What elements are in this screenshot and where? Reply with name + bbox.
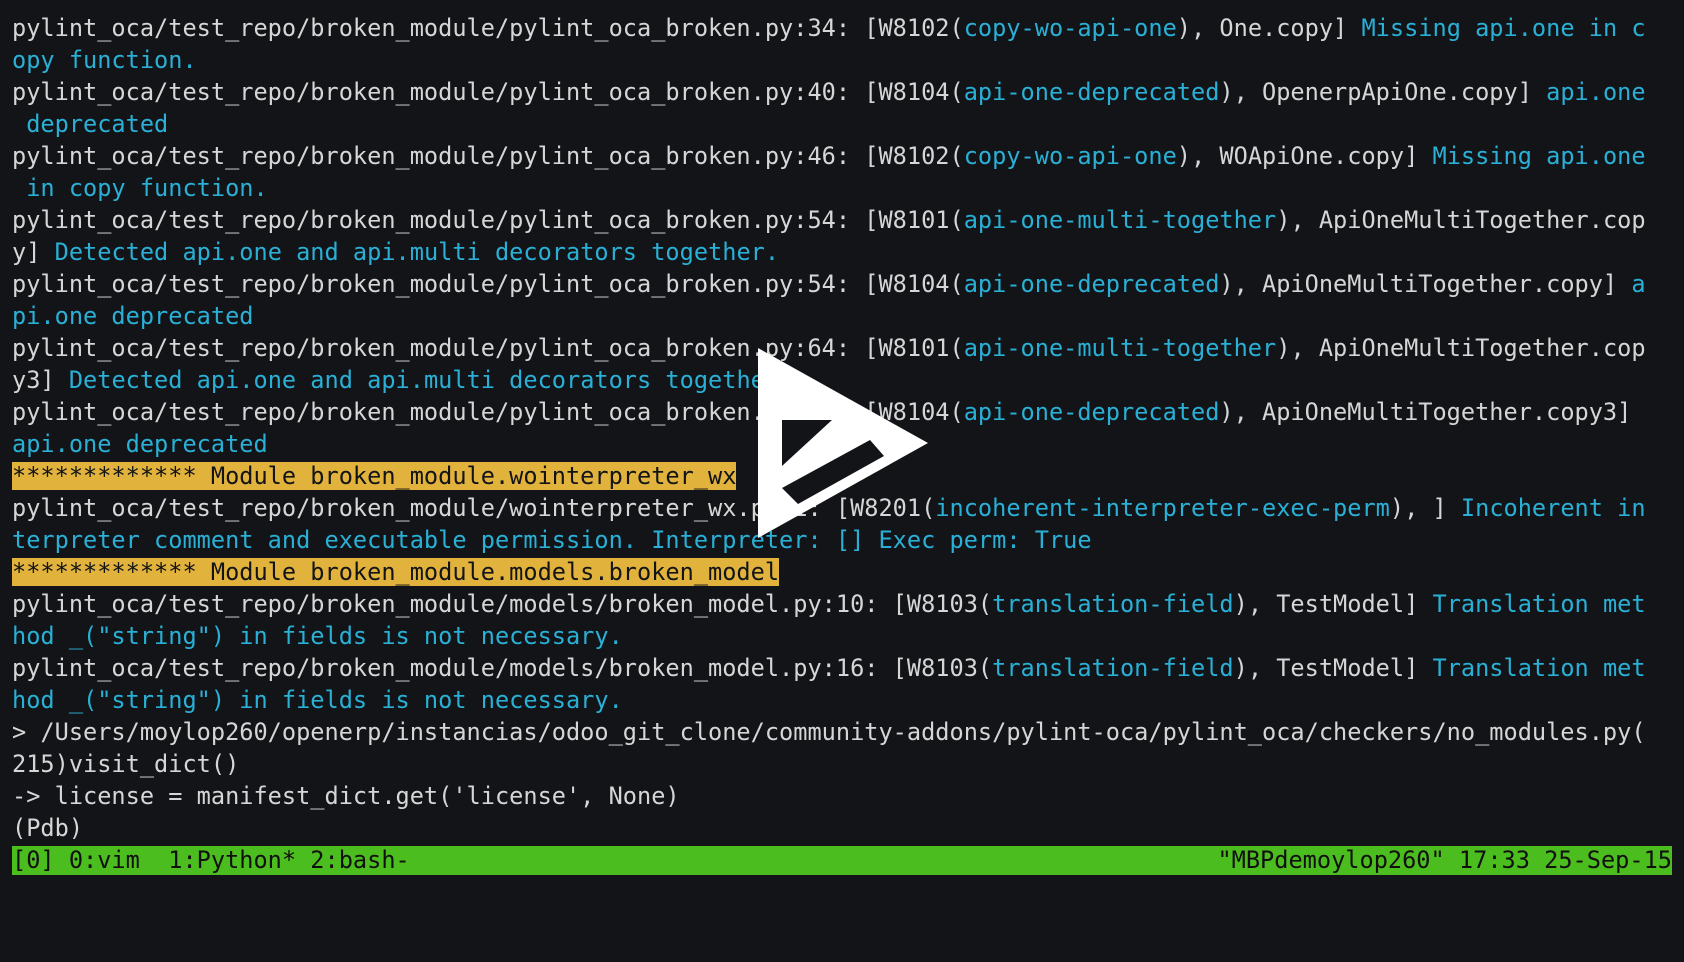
- terminal-text: translation-field: [992, 590, 1234, 618]
- terminal-line: pylint_oca/test_repo/broken_module/model…: [12, 588, 1672, 620]
- terminal-text: pi.one deprecated: [12, 302, 254, 330]
- terminal-text: terpreter comment and executable permiss…: [12, 526, 1092, 554]
- terminal-text: y]: [12, 238, 55, 266]
- terminal-text: y3]: [12, 366, 69, 394]
- terminal-text: pylint_oca/test_repo/broken_module/pylin…: [12, 206, 964, 234]
- terminal-line: pylint_oca/test_repo/broken_module/pylin…: [12, 268, 1672, 300]
- terminal-text: translation-field: [992, 654, 1234, 682]
- terminal-text: ), One.copy]: [1176, 14, 1362, 42]
- terminal-text: -> license = manifest_dict.get('license'…: [12, 782, 680, 810]
- tmux-host-clock: "MBPdemoylop260" 17:33 25-Sep-15: [1217, 846, 1672, 874]
- terminal-text: ), ApiOneMultiTogether.cop: [1276, 206, 1646, 234]
- terminal-text: api.one deprecated: [12, 430, 268, 458]
- terminal-text: copy-wo-api-one: [963, 14, 1177, 42]
- terminal-text: Incoherent in: [1460, 494, 1646, 522]
- terminal-text: Translation met: [1432, 654, 1646, 682]
- terminal-line: deprecated: [12, 108, 1672, 140]
- terminal-line: y] Detected api.one and api.multi decora…: [12, 236, 1672, 268]
- terminal-line: hod _("string") in fields is not necessa…: [12, 684, 1672, 716]
- terminal-line: pylint_oca/test_repo/broken_module/pylin…: [12, 12, 1672, 44]
- terminal-line: pylint_oca/test_repo/broken_module/pylin…: [12, 204, 1672, 236]
- terminal-line: 215)visit_dict(): [12, 748, 1672, 780]
- terminal-text: api-one-deprecated: [963, 270, 1220, 298]
- terminal-text: Missing api.one in c: [1361, 14, 1646, 42]
- module-header: ************* Module broken_module.model…: [12, 558, 780, 586]
- terminal-text: pylint_oca/test_repo/broken_module/pylin…: [12, 142, 964, 170]
- module-header: ************* Module broken_module.woint…: [12, 462, 737, 490]
- terminal-line: hod _("string") in fields is not necessa…: [12, 620, 1672, 652]
- terminal-text: ), OpenerpApiOne.copy]: [1219, 78, 1547, 106]
- terminal-line: pi.one deprecated: [12, 300, 1672, 332]
- terminal-text: in copy function.: [12, 174, 268, 202]
- terminal-text: ), ApiOneMultiTogether.copy]: [1219, 270, 1632, 298]
- terminal-text: copy-wo-api-one: [963, 142, 1177, 170]
- terminal-text: Detected api.one and api.multi decorator…: [68, 366, 794, 394]
- terminal-text: pylint_oca/test_repo/broken_module/pylin…: [12, 78, 964, 106]
- terminal-text: api-one-deprecated: [963, 78, 1220, 106]
- terminal-line: opy function.: [12, 44, 1672, 76]
- terminal-line: > /Users/moylop260/openerp/instancias/od…: [12, 716, 1672, 748]
- terminal-text: ), ]: [1389, 494, 1461, 522]
- terminal-text: hod _("string") in fields is not necessa…: [12, 622, 623, 650]
- terminal-text: a: [1631, 270, 1646, 298]
- terminal-text: ), ApiOneMultiTogether.copy3]: [1219, 398, 1632, 426]
- terminal-text: Detected api.one and api.multi decorator…: [54, 238, 780, 266]
- terminal-text: api-one-multi-together: [963, 206, 1277, 234]
- terminal-text: pylint_oca/test_repo/broken_module/pylin…: [12, 14, 964, 42]
- terminal-text: (Pdb): [12, 814, 98, 842]
- terminal-text: api.one: [1546, 78, 1646, 106]
- terminal-text: ), ApiOneMultiTogether.cop: [1276, 334, 1646, 362]
- terminal-text: > /Users/moylop260/openerp/instancias/od…: [12, 718, 1646, 746]
- terminal-line: pylint_oca/test_repo/broken_module/pylin…: [12, 140, 1672, 172]
- terminal-text: Translation met: [1432, 590, 1646, 618]
- terminal-text: pylint_oca/test_repo/broken_module/model…: [12, 590, 993, 618]
- terminal-text: pylint_oca/test_repo/broken_module/pylin…: [12, 270, 964, 298]
- terminal-text: Missing api.one: [1432, 142, 1646, 170]
- terminal-text: hod _("string") in fields is not necessa…: [12, 686, 623, 714]
- terminal-line: ************* Module broken_module.model…: [12, 556, 1672, 588]
- terminal-text: api-one-deprecated: [963, 398, 1220, 426]
- tmux-status-bar: [0] 0:vim 1:Python* 2:bash- "MBPdemoylop…: [12, 846, 1672, 875]
- terminal-text: ), TestModel]: [1233, 654, 1433, 682]
- terminal-text: deprecated: [12, 110, 169, 138]
- terminal-text: 215)visit_dict(): [12, 750, 240, 778]
- terminal-line: pylint_oca/test_repo/broken_module/pylin…: [12, 76, 1672, 108]
- terminal-text: ), TestModel]: [1233, 590, 1433, 618]
- tmux-window-list: [0] 0:vim 1:Python* 2:bash-: [12, 846, 410, 874]
- play-icon[interactable]: [758, 348, 928, 538]
- terminal-text: ), WOApiOne.copy]: [1176, 142, 1433, 170]
- terminal-line: in copy function.: [12, 172, 1672, 204]
- terminal-line: pylint_oca/test_repo/broken_module/model…: [12, 652, 1672, 684]
- terminal-window[interactable]: pylint_oca/test_repo/broken_module/pylin…: [0, 0, 1684, 888]
- terminal-line: (Pdb): [12, 812, 1672, 844]
- terminal-text: pylint_oca/test_repo/broken_module/model…: [12, 654, 993, 682]
- terminal-text: incoherent-interpreter-exec-perm: [935, 494, 1390, 522]
- terminal-line: -> license = manifest_dict.get('license'…: [12, 780, 1672, 812]
- terminal-text: opy function.: [12, 46, 197, 74]
- terminal-text: api-one-multi-together: [963, 334, 1277, 362]
